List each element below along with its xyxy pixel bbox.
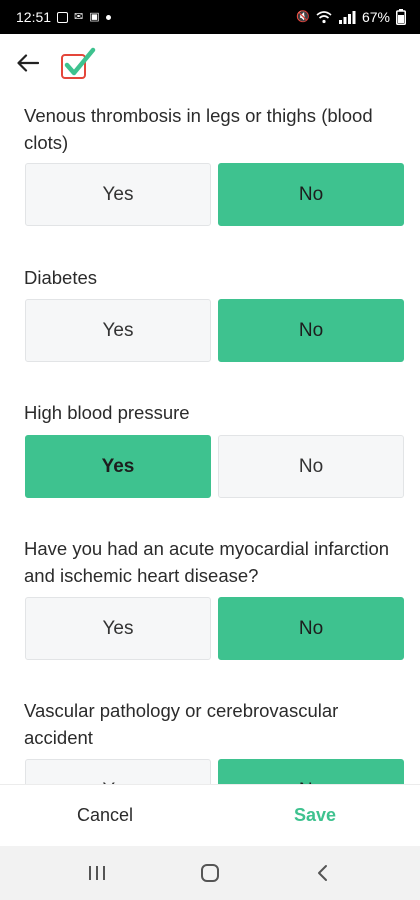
- yes-option[interactable]: Yes: [25, 299, 211, 362]
- yes-option[interactable]: Yes: [25, 163, 211, 226]
- checklist-logo-icon: [61, 47, 96, 79]
- back-button[interactable]: [12, 47, 44, 79]
- question-text: Venous thrombosis in legs or thighs (blo…: [24, 105, 373, 153]
- answer-options: Yes No: [25, 299, 404, 362]
- action-bar: Cancel Save: [0, 784, 420, 846]
- back-arrow-icon: [17, 54, 39, 72]
- status-time: 12:51: [16, 9, 52, 25]
- gallery-notification-icon: [57, 11, 69, 23]
- more-notifications-icon: [105, 14, 111, 20]
- home-button[interactable]: [190, 853, 230, 893]
- no-option-selected[interactable]: No: [218, 597, 404, 660]
- yes-option[interactable]: Yes: [25, 597, 211, 660]
- status-right: 🔇 67%: [296, 9, 406, 25]
- answer-options: Yes No: [25, 759, 404, 784]
- home-icon: [200, 864, 219, 882]
- questionnaire[interactable]: Venous thrombosis in legs or thighs (blo…: [0, 92, 420, 784]
- question-diabetes: Diabetes Yes No: [0, 264, 420, 362]
- battery-percent: 67%: [361, 9, 390, 25]
- no-option[interactable]: No: [218, 435, 404, 498]
- mute-icon: 🔇: [296, 10, 310, 23]
- message-notification-icon: ▣: [89, 10, 100, 23]
- system-back-icon: [318, 865, 328, 881]
- no-option-selected[interactable]: No: [218, 163, 404, 226]
- question-text: Have you had an acute myocardial infarct…: [24, 538, 390, 586]
- signal-icon: [338, 10, 356, 24]
- mail-notification-icon: ✉: [74, 10, 84, 23]
- question-text: Vascular pathology or cerebrovascular ac…: [24, 700, 339, 748]
- system-nav-bar: [0, 846, 420, 900]
- system-back-button[interactable]: [303, 853, 343, 893]
- question-text: Diabetes: [24, 267, 98, 288]
- answer-options: Yes No: [25, 597, 404, 660]
- no-option-selected[interactable]: No: [218, 759, 404, 784]
- answer-options: Yes No: [25, 435, 404, 498]
- recent-apps-button[interactable]: [77, 853, 117, 893]
- no-option-selected[interactable]: No: [218, 299, 404, 362]
- yes-option[interactable]: Yes: [25, 759, 211, 784]
- status-bar: 12:51 ✉ ▣ 🔇 67%: [0, 0, 420, 34]
- question-vascular-pathology: Vascular pathology or cerebrovascular ac…: [0, 697, 420, 784]
- save-button[interactable]: Save: [210, 805, 420, 826]
- question-venous-thrombosis: Venous thrombosis in legs or thighs (blo…: [0, 102, 420, 226]
- app-logo: [60, 47, 96, 79]
- question-text: High blood pressure: [24, 402, 190, 423]
- cancel-button[interactable]: Cancel: [0, 805, 210, 826]
- question-myocardial-infarction: Have you had an acute myocardial infarct…: [0, 535, 420, 660]
- battery-icon: [396, 9, 406, 25]
- wifi-icon: [316, 10, 332, 23]
- app-bar: [0, 34, 420, 92]
- recent-apps-icon: [88, 866, 105, 880]
- answer-options: Yes No: [25, 163, 404, 226]
- status-left: 12:51 ✉ ▣: [16, 9, 111, 25]
- question-high-blood-pressure: High blood pressure Yes No: [0, 399, 420, 498]
- yes-option-selected[interactable]: Yes: [25, 435, 211, 498]
